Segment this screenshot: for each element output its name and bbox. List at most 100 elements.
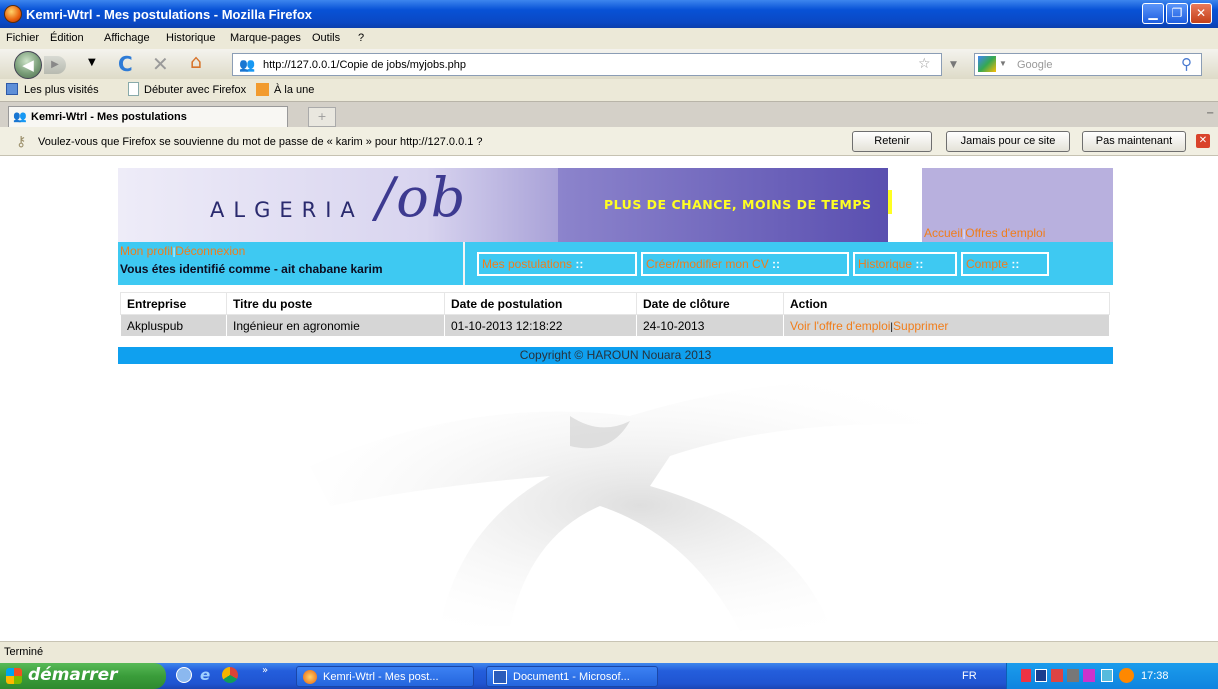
col-date-cloture: Date de clôture [636,292,784,315]
chrome-quicklaunch-icon[interactable] [222,667,238,683]
banner-white-block [888,168,922,242]
col-titre-poste: Titre du poste [226,292,445,315]
user-links: Mon profil|Déconnexion [120,244,245,258]
tab-creer-modifier-cv-label: Créer/modifier mon CV [646,257,769,271]
menu-historique[interactable]: Historique [166,32,216,44]
new-tab-button[interactable]: + [308,107,336,127]
menu-edition[interactable]: Édition [50,32,84,44]
not-now-button[interactable]: Pas maintenant [1082,131,1186,152]
url-dropdown-icon[interactable]: ▼ [950,60,957,70]
tab-suffix: :: [1011,257,1020,271]
tray-icon-5[interactable] [1083,669,1095,682]
tray-icon-2[interactable] [1035,669,1047,682]
window-title-bar[interactable]: Kemri-Wtrl - Mes postulations - Mozilla … [0,0,1218,28]
password-notification-bar: ⚷ Voulez-vous que Firefox se souvienne d… [0,127,1218,156]
cell-date-postulation: 01-10-2013 12:18:22 [444,314,637,337]
tray-icon-1[interactable] [1021,669,1031,682]
quicklaunch-more-icon[interactable]: » [262,665,268,676]
bookmarks-toolbar: Les plus visités Débuter avec Firefox À … [0,79,1218,101]
tab-mes-postulations[interactable]: 👥 Kemri-Wtrl - Mes postulations [8,106,288,128]
identity-text: Vous étes identifié comme - ait chabane … [120,262,383,276]
table-row: Akpluspub Ingénieur en agronomie 01-10-2… [120,314,1110,337]
site-navigation: Mon profil|Déconnexion Vous étes identif… [118,242,1113,285]
reload-icon[interactable]: C [118,52,133,76]
tab-mes-postulations-label: Mes postulations [482,257,573,271]
site-identity-icon[interactable]: 👥 [239,57,255,73]
forward-button[interactable]: ▶ [44,56,66,74]
bookmark-a-la-une[interactable]: À la une [274,84,314,96]
tab-compte-label: Compte [966,257,1009,271]
tab-compte[interactable]: Compte :: [961,252,1049,276]
page-content: ALGERIA /ob PLUS DE CHANCE, MOINS DE TEM… [0,156,1218,641]
search-icon[interactable]: ⚲ [1181,55,1192,73]
tray-icon-6[interactable] [1101,669,1113,682]
menu-fichier[interactable]: Fichier [6,32,39,44]
menu-affichage[interactable]: Affichage [104,32,150,44]
col-date-postulation: Date de postulation [444,292,637,315]
url-text: http://127.0.0.1/Copie de jobs/myjobs.ph… [263,59,467,71]
desktop-quicklaunch-icon[interactable] [176,667,192,683]
tab-mes-postulations[interactable]: Mes postulations :: [477,252,637,276]
maximize-button[interactable]: ❐ [1166,3,1188,24]
home-icon[interactable]: ⌂ [190,51,202,73]
system-tray: 17:38 [1006,663,1218,689]
rss-icon [256,83,269,96]
deconnexion-link[interactable]: Déconnexion [175,244,245,258]
offres-emploi-link[interactable]: Offres d'emploi [965,226,1045,240]
stop-icon[interactable]: ✕ [152,52,169,76]
bookmark-les-plus-visites[interactable]: Les plus visités [24,84,99,96]
site-slogan: PLUS DE CHANCE, MOINS DE TEMPS [604,197,872,212]
accueil-link[interactable]: Accueil [924,226,963,240]
most-visited-icon [6,83,18,95]
tray-network-icon[interactable] [1067,669,1079,682]
mon-profil-link[interactable]: Mon profil [120,244,173,258]
tab-list-icon[interactable]: − [1206,108,1214,119]
page-icon [128,82,139,96]
cell-titre-poste: Ingénieur en agronomie [226,314,445,337]
url-bar[interactable]: 👥 http://127.0.0.1/Copie de jobs/myjobs.… [232,53,942,76]
site-logo-job: /ob [371,166,532,235]
site-logo-word: ALGERIA [210,198,364,222]
word-taskbar-icon [493,670,507,684]
menu-help[interactable]: ? [358,32,364,44]
notification-message: Voulez-vous que Firefox se souvienne du … [38,136,483,148]
tab-label: Kemri-Wtrl - Mes postulations [31,111,187,123]
table-header-row: Entreprise Titre du poste Date de postul… [120,292,1110,315]
language-indicator[interactable]: FR [962,670,977,682]
tab-creer-modifier-cv[interactable]: Créer/modifier mon CV :: [641,252,849,276]
taskbar-firefox-window[interactable]: Kemri-Wtrl - Mes post... [296,666,474,687]
never-for-site-button[interactable]: Jamais pour ce site [946,131,1070,152]
ie-quicklaunch-icon[interactable]: e [200,666,210,684]
start-label: démarrer [28,665,118,685]
bookmark-star-icon[interactable]: ☆ [918,56,931,72]
windows-logo-icon [6,668,22,684]
site-footer: Copyright © HAROUN Nouara 2013 [118,347,1113,364]
tab-menu: Mes postulations :: Créer/modifier mon C… [465,242,1113,285]
search-placeholder: Google [1017,59,1053,71]
start-button[interactable]: démarrer [0,663,166,689]
remember-button[interactable]: Retenir [852,131,932,152]
tray-icon-3[interactable] [1051,669,1063,682]
navigation-toolbar: ▶ ◀ ▼ C ✕ ⌂ 👥 http://127.0.0.1/Copie de … [0,49,1218,79]
supprimer-link[interactable]: Supprimer [893,319,948,333]
google-engine-icon[interactable] [978,56,996,72]
taskbar-word-window[interactable]: Document1 - Microsof... [486,666,658,687]
back-button[interactable]: ◀ [14,51,42,79]
minimize-button[interactable]: ▁ [1142,3,1164,24]
voir-offre-link[interactable]: Voir l'offre d'emploi [790,319,890,333]
firefox-icon [4,5,22,23]
clock: 17:38 [1141,670,1169,682]
tab-historique[interactable]: Historique :: [853,252,957,276]
search-bar[interactable]: ▼ Google ⚲ [974,53,1202,76]
col-action: Action [783,292,1110,315]
history-dropdown-icon[interactable]: ▼ [88,57,96,68]
menu-marque-pages[interactable]: Marque-pages [230,32,301,44]
close-notification-icon[interactable]: ✕ [1196,134,1210,148]
cell-date-cloture: 24-10-2013 [636,314,784,337]
engine-dropdown-icon[interactable]: ▼ [999,59,1007,68]
close-button[interactable]: ✕ [1190,3,1212,24]
tab-suffix: :: [915,257,924,271]
bookmark-debuter-avec-firefox[interactable]: Débuter avec Firefox [144,84,246,96]
tray-icon-7[interactable] [1119,668,1134,683]
menu-outils[interactable]: Outils [312,32,340,44]
